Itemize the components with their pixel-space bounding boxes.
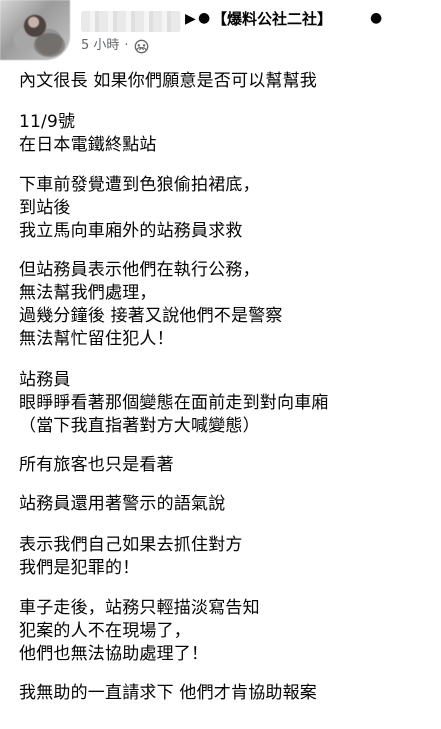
post-header: ▶ ● 【爆料公社二社】 ● 5 小時 ·	[0, 0, 441, 66]
post-text-line: 無法幫我們處理，	[19, 283, 157, 303]
post-text-line: 下車前發覺遭到色狼偷拍裙底，	[19, 175, 260, 195]
group-name-dot-right: ●	[370, 10, 383, 26]
post-text-line: 站務員還用著警示的語氣說	[19, 494, 226, 514]
post-paragraph: 但站務員表示他們在執行公務， 無法幫我們處理， 過幾分鐘後 接著又說他們不是警察…	[19, 259, 429, 351]
post-text-line: 過幾分鐘後 接著又說他們不是警察	[19, 306, 283, 326]
post-paragraph: 我無助的一直請求下 他們才肯協助報案	[19, 682, 429, 705]
post-text-line: 犯案的人不在現場了，	[19, 621, 191, 641]
post-paragraph: 站務員 眼睜睜看著那個變態在面前走到對向車廂 （當下我直指著對方大喊變態）	[19, 369, 429, 438]
post-text-line: 我們是犯罪的！	[19, 558, 140, 578]
author-avatar[interactable]	[0, 0, 70, 60]
post-text-line: 我無助的一直請求下 他們才肯協助報案	[19, 683, 318, 703]
group-name-link[interactable]: 【爆料公社二社】	[212, 8, 332, 30]
post-text-line: 表示我們自己如果去抓住對方	[19, 535, 243, 555]
post-paragraph: 11/9號 在日本電鐵終點站	[19, 111, 429, 157]
post-text-line: 到站後	[19, 198, 71, 218]
post-text-line: 眼睜睜看著那個變態在面前走到對向車廂	[19, 393, 329, 413]
post-paragraph: 內文很長 如果你們願意是否可以幫幫我	[19, 70, 429, 93]
post-paragraph: 下車前發覺遭到色狼偷拍裙底， 到站後 我立馬向車廂外的站務員求救	[19, 174, 429, 243]
post-text-line: （當下我直指著對方大喊變態）	[19, 416, 260, 436]
post-text-line: 所有旅客也只是看著	[19, 455, 174, 475]
post-text-line: 11/9號	[19, 112, 76, 132]
post-text-line: 無法幫忙留住犯人！	[19, 329, 174, 349]
blurred-author-name[interactable]	[81, 11, 181, 32]
post-text-line: 車子走後，站務只輕描淡寫告知	[19, 598, 260, 618]
facebook-post: ▶ ● 【爆料公社二社】 ● 5 小時 · 內文很長 如果你們願意是否可以幫幫我…	[0, 0, 441, 729]
post-body: 內文很長 如果你們願意是否可以幫幫我 11/9號 在日本電鐵終點站 下車前發覺遭…	[19, 70, 429, 705]
post-meta: 5 小時 ·	[81, 36, 149, 56]
post-paragraph: 表示我們自己如果去抓住對方 我們是犯罪的！	[19, 534, 429, 580]
meta-separator: ·	[124, 38, 129, 53]
post-text-line: 內文很長 如果你們願意是否可以幫幫我	[19, 71, 318, 91]
post-text-line: 但站務員表示他們在執行公務，	[19, 260, 260, 280]
post-text-line: 在日本電鐵終點站	[19, 135, 157, 155]
post-time[interactable]: 5 小時	[81, 37, 119, 55]
post-text-line: 站務員	[19, 370, 71, 390]
group-icon[interactable]	[134, 39, 149, 54]
group-name-dot-left: ●	[198, 10, 211, 26]
post-paragraph: 站務員還用著警示的語氣說	[19, 493, 429, 516]
share-arrow-icon: ▶	[185, 11, 196, 27]
post-paragraph: 車子走後，站務只輕描淡寫告知 犯案的人不在現場了， 他們也無法協助處理了！	[19, 597, 429, 666]
post-text-line: 他們也無法協助處理了！	[19, 644, 209, 664]
post-text-line: 我立馬向車廂外的站務員求救	[19, 221, 243, 241]
post-paragraph: 所有旅客也只是看著	[19, 454, 429, 477]
